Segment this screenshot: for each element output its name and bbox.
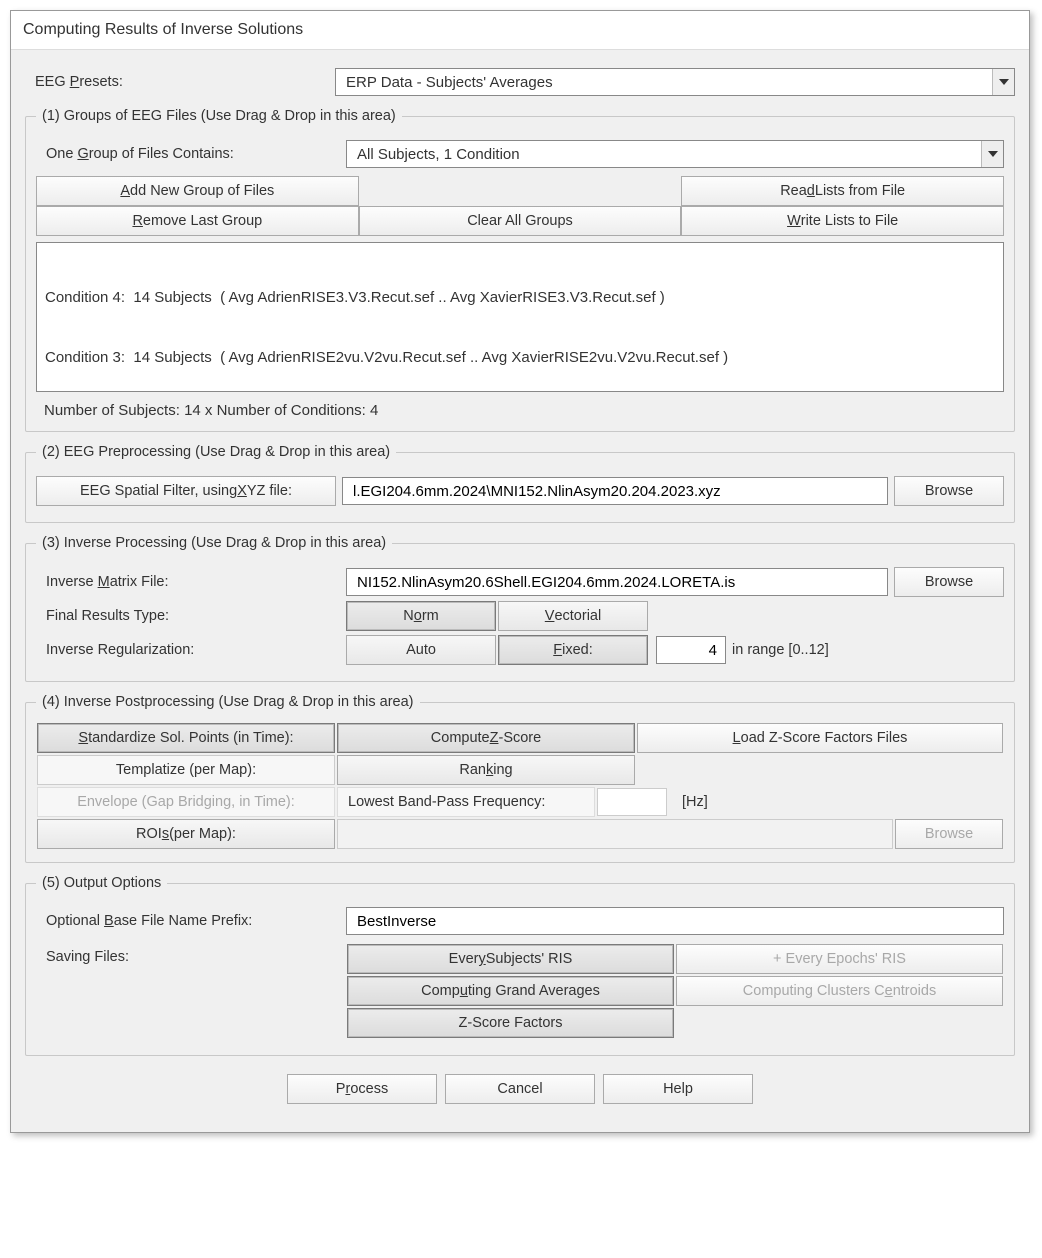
- group1-fieldset: (1) Groups of EEG Files (Use Drag & Drop…: [25, 108, 1015, 432]
- num-subjects-value: 14: [184, 402, 201, 419]
- matrix-row: Inverse Matrix File: Browse: [36, 567, 1004, 597]
- group2-fieldset: (2) EEG Preprocessing (Use Drag & Drop i…: [25, 444, 1015, 523]
- vectorial-toggle[interactable]: Vectorial: [498, 601, 648, 631]
- dialog-content: EEG Presets: ERP Data - Subjects' Averag…: [11, 50, 1029, 1132]
- regularization-label: Inverse Regularization:: [36, 642, 346, 658]
- presets-dropdown[interactable]: ERP Data - Subjects' Averages: [335, 68, 1015, 96]
- group5-fieldset: (5) Output Options Optional Base File Na…: [25, 875, 1015, 1056]
- spacer: [676, 1008, 1003, 1038]
- bandpass-input: [597, 788, 667, 816]
- group1-buttons-row1: Add New Group of Files Read Lists from F…: [36, 176, 1004, 206]
- matrix-file-input-field[interactable]: [355, 573, 879, 592]
- prefix-label: Optional Base File Name Prefix:: [36, 913, 346, 929]
- clear-groups-button[interactable]: Clear All Groups: [359, 206, 682, 236]
- auto-reg-toggle[interactable]: Auto: [346, 635, 496, 665]
- xyz-file-input[interactable]: [342, 477, 888, 505]
- xyz-file-input-field[interactable]: [351, 482, 879, 501]
- ranking-toggle[interactable]: Ranking: [337, 755, 635, 785]
- chevron-down-icon: [992, 69, 1014, 95]
- grand-averages-toggle[interactable]: Computing Grand Averages: [347, 976, 674, 1006]
- group1-buttons-row2: Remove Last Group Clear All Groups Write…: [36, 206, 1004, 236]
- group-contains-dropdown-text: All Subjects, 1 Condition: [347, 146, 981, 163]
- presets-row: EEG Presets: ERP Data - Subjects' Averag…: [25, 68, 1015, 96]
- num-conditions-value: 4: [370, 402, 378, 419]
- reg-value-input[interactable]: [656, 636, 726, 664]
- reg-range-text: in range [0..12]: [732, 642, 829, 658]
- group3-legend: (3) Inverse Processing (Use Drag & Drop …: [36, 535, 392, 551]
- groups-listbox[interactable]: Condition 4: 14 Subjects ( Avg AdrienRIS…: [36, 242, 1004, 392]
- footer-buttons: Process Cancel Help: [25, 1074, 1015, 1104]
- compute-zscore-toggle[interactable]: Compute Z-Score: [337, 723, 635, 753]
- spacer: [637, 755, 1003, 785]
- group3-fieldset: (3) Inverse Processing (Use Drag & Drop …: [25, 535, 1015, 682]
- presets-label: EEG Presets:: [25, 74, 335, 90]
- group1-contains-row: One Group of Files Contains: All Subject…: [36, 140, 1004, 168]
- zscore-factors-toggle[interactable]: Z-Score Factors: [347, 1008, 674, 1038]
- prefix-input[interactable]: [346, 907, 1004, 935]
- group4-legend: (4) Inverse Postprocessing (Use Drag & D…: [36, 694, 420, 710]
- group4-row1: Standardize Sol. Points (in Time): Compu…: [36, 722, 1004, 754]
- group4-row2: Templatize (per Map): Ranking: [36, 754, 1004, 786]
- group4-row3: Envelope (Gap Bridging, in Time): Lowest…: [36, 786, 1004, 818]
- dialog-window: Computing Results of Inverse Solutions E…: [10, 10, 1030, 1133]
- xyz-row: EEG Spatial Filter, using XYZ file: Brow…: [36, 476, 1004, 506]
- group4-fieldset: (4) Inverse Postprocessing (Use Drag & D…: [25, 694, 1015, 863]
- prefix-input-field[interactable]: [355, 912, 995, 931]
- matrix-label: Inverse Matrix File:: [36, 574, 346, 590]
- help-button[interactable]: Help: [603, 1074, 753, 1104]
- saving-row2: Computing Grand Averages Computing Clust…: [346, 975, 1004, 1007]
- norm-toggle[interactable]: Norm: [346, 601, 496, 631]
- rois-browse-button: Browse: [895, 819, 1003, 849]
- window-title: Computing Results of Inverse Solutions: [11, 11, 1029, 50]
- group2-legend: (2) EEG Preprocessing (Use Drag & Drop i…: [36, 444, 396, 460]
- spatial-filter-toggle[interactable]: EEG Spatial Filter, using XYZ file:: [36, 476, 336, 506]
- fixed-reg-toggle[interactable]: Fixed:: [498, 635, 648, 665]
- hz-label: [Hz]: [682, 794, 1004, 810]
- matrix-file-input[interactable]: [346, 568, 888, 596]
- matrix-browse-button[interactable]: Browse: [894, 567, 1004, 597]
- read-lists-button[interactable]: Read Lists from File: [681, 176, 1004, 206]
- presets-dropdown-text: ERP Data - Subjects' Averages: [336, 74, 992, 91]
- load-zscore-button[interactable]: Load Z-Score Factors Files: [637, 723, 1003, 753]
- every-epochs-ris-toggle: + Every Epochs' RIS: [676, 944, 1003, 974]
- group-contains-dropdown[interactable]: All Subjects, 1 Condition: [346, 140, 1004, 168]
- rois-toggle[interactable]: ROIs (per Map):: [37, 819, 335, 849]
- prefix-row: Optional Base File Name Prefix:: [36, 907, 1004, 935]
- saving-row3: Z-Score Factors: [346, 1007, 1004, 1039]
- rois-file-input: [337, 819, 893, 849]
- standardize-toggle[interactable]: Standardize Sol. Points (in Time):: [37, 723, 335, 753]
- regularization-row: Inverse Regularization: Auto Fixed: in r…: [36, 635, 1004, 665]
- envelope-label: Envelope (Gap Bridging, in Time):: [37, 787, 335, 817]
- results-type-label: Final Results Type:: [36, 608, 346, 624]
- group1-contains-label: One Group of Files Contains:: [36, 146, 346, 162]
- list-item[interactable]: Condition 4: 14 Subjects ( Avg AdrienRIS…: [45, 288, 995, 308]
- saving-row1: Every Subjects' RIS + Every Epochs' RIS: [346, 943, 1004, 975]
- chevron-down-icon: [981, 141, 1003, 167]
- saving-label: Saving Files:: [36, 943, 346, 965]
- process-button[interactable]: Process: [287, 1074, 437, 1104]
- add-group-button[interactable]: Add New Group of Files: [36, 176, 359, 206]
- clusters-centroids-toggle: Computing Clusters Centroids: [676, 976, 1003, 1006]
- cancel-button[interactable]: Cancel: [445, 1074, 595, 1104]
- group1-legend: (1) Groups of EEG Files (Use Drag & Drop…: [36, 108, 402, 124]
- templatize-label: Templatize (per Map):: [37, 755, 335, 785]
- saving-row: Saving Files: Every Subjects' RIS + Ever…: [36, 943, 1004, 1039]
- write-lists-button[interactable]: Write Lists to File: [681, 206, 1004, 236]
- saving-grid: Every Subjects' RIS + Every Epochs' RIS …: [346, 943, 1004, 1039]
- remove-group-button[interactable]: Remove Last Group: [36, 206, 359, 236]
- results-type-row: Final Results Type: Norm Vectorial: [36, 601, 1004, 631]
- spacer: [360, 177, 681, 205]
- group1-stats: Number of Subjects: 14 x Number of Condi…: [36, 398, 1004, 419]
- group5-legend: (5) Output Options: [36, 875, 167, 891]
- every-subjects-ris-toggle[interactable]: Every Subjects' RIS: [347, 944, 674, 974]
- xyz-browse-button[interactable]: Browse: [894, 476, 1004, 506]
- group4-row4: ROIs (per Map): Browse: [36, 818, 1004, 850]
- list-item[interactable]: Condition 3: 14 Subjects ( Avg AdrienRIS…: [45, 348, 995, 368]
- bandpass-label: Lowest Band-Pass Frequency:: [337, 787, 595, 817]
